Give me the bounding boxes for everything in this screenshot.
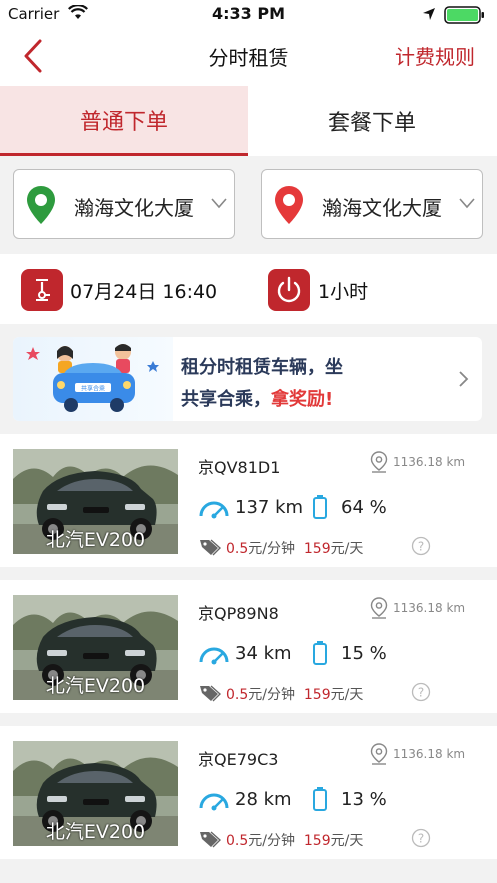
car-distance: 1136.18 km	[393, 601, 466, 615]
location-outline-icon	[370, 451, 388, 473]
help-icon[interactable]: ?	[411, 828, 431, 848]
price-per-minute: 0.5	[226, 687, 249, 703]
billing-rules-link[interactable]: 计费规则	[395, 41, 475, 70]
navigation-bar: 分时租赁 计费规则	[0, 28, 497, 86]
car-list-item[interactable]: 北汽EV200 京QP89N8 1136.18 km 34 km 15 % 0.…	[0, 580, 497, 713]
order-type-tabs: 普通下单 套餐下单	[0, 86, 497, 156]
pickup-time-value[interactable]: 07月24日 16:40	[70, 277, 217, 304]
price-minute-unit: 元/分钟	[248, 687, 295, 703]
car-range: 137 km	[235, 497, 304, 518]
car-plate: 京QE79C3	[198, 750, 279, 769]
banner-car-label: 共享合乘	[81, 385, 105, 393]
rental-duration-value[interactable]: 1小时	[318, 277, 368, 304]
chevron-right-icon	[459, 371, 469, 387]
power-icon[interactable]	[268, 269, 310, 311]
map-pin-icon	[275, 186, 303, 224]
svg-text:?: ?	[418, 685, 424, 699]
car-distance: 1136.18 km	[393, 455, 466, 469]
car-plate: 京QP89N8	[198, 604, 279, 623]
car-model-label: 北汽EV200	[45, 529, 146, 551]
chevron-down-icon	[459, 198, 475, 209]
battery-level-icon	[313, 641, 327, 665]
car-range: 34 km	[235, 643, 292, 664]
help-icon[interactable]: ?	[411, 536, 431, 556]
status-bar: Carrier 4:33 PM	[0, 0, 497, 28]
car-battery: 64 %	[341, 497, 387, 518]
car-model-label: 北汽EV200	[45, 821, 146, 843]
location-outline-icon	[370, 743, 388, 765]
price-tag-icon	[200, 539, 221, 556]
price-day-unit: 元/天	[330, 833, 364, 849]
chevron-down-icon	[211, 198, 227, 209]
price-per-day: 159	[303, 541, 331, 557]
car-list-item[interactable]: 北汽EV200 京QE79C3 1136.18 km 28 km 13 % 0.…	[0, 726, 497, 859]
promo-banner[interactable]: 共享合乘 租分时租赁车辆，坐 共享合乘，拿奖励!	[13, 337, 482, 421]
car-distance: 1136.18 km	[393, 747, 466, 761]
clock-icon[interactable]	[21, 269, 63, 311]
car-range: 28 km	[235, 789, 292, 810]
car-battery: 15 %	[341, 643, 387, 664]
car-plate: 京QV81D1	[198, 458, 281, 477]
price-per-day: 159	[303, 687, 331, 703]
tab-normal-order[interactable]: 普通下单	[0, 86, 248, 156]
car-price: 0.5元/分钟 159元/天	[226, 684, 363, 704]
schedule-row: 07月24日 16:40 1小时	[0, 254, 497, 324]
car-photo: 北汽EV200	[13, 741, 178, 846]
car-model-label: 北汽EV200	[45, 675, 146, 697]
map-pin-icon	[27, 186, 55, 224]
battery-level-icon	[313, 495, 327, 519]
banner-highlight: 拿奖励!	[271, 389, 334, 410]
pickup-location-label: 瀚海文化大厦	[74, 196, 194, 220]
return-location-label: 瀚海文化大厦	[322, 196, 442, 220]
price-minute-unit: 元/分钟	[248, 833, 295, 849]
gauge-icon	[199, 501, 229, 519]
price-minute-unit: 元/分钟	[248, 541, 295, 557]
banner-line-2-prefix: 共享合乘，	[181, 389, 271, 410]
location-selector-row: 瀚海文化大厦 瀚海文化大厦	[0, 156, 497, 254]
location-arrow-icon	[423, 8, 435, 20]
price-tag-icon	[200, 831, 221, 848]
car-battery: 13 %	[341, 789, 387, 810]
svg-text:?: ?	[418, 539, 424, 553]
price-per-minute: 0.5	[226, 541, 249, 557]
price-tag-icon	[200, 685, 221, 702]
tab-package-order[interactable]: 套餐下单	[248, 86, 496, 156]
price-per-minute: 0.5	[226, 833, 249, 849]
price-day-unit: 元/天	[330, 541, 364, 557]
gauge-icon	[199, 647, 229, 665]
car-photo: 北汽EV200	[13, 595, 178, 700]
banner-line-1: 租分时租赁车辆，坐	[181, 357, 343, 378]
banner-line-2: 共享合乘，拿奖励!	[181, 385, 333, 411]
battery-icon	[444, 6, 484, 24]
banner-illustration: 共享合乘	[13, 337, 173, 421]
location-outline-icon	[370, 597, 388, 619]
battery-level-icon	[313, 787, 327, 811]
gauge-icon	[199, 793, 229, 811]
svg-text:?: ?	[418, 831, 424, 845]
help-icon[interactable]: ?	[411, 682, 431, 702]
car-price: 0.5元/分钟 159元/天	[226, 830, 363, 850]
pickup-location-select[interactable]: 瀚海文化大厦	[13, 169, 235, 239]
car-list-item[interactable]: 北汽EV200 京QV81D1 1136.18 km 137 km 64 % 0…	[0, 434, 497, 567]
car-list: 北汽EV200 京QV81D1 1136.18 km 137 km 64 % 0…	[0, 434, 497, 872]
price-per-day: 159	[303, 833, 331, 849]
price-day-unit: 元/天	[330, 687, 364, 703]
promo-banner-section: 共享合乘 租分时租赁车辆，坐 共享合乘，拿奖励!	[0, 324, 497, 434]
car-photo: 北汽EV200	[13, 449, 178, 554]
car-price: 0.5元/分钟 159元/天	[226, 538, 363, 558]
return-location-select[interactable]: 瀚海文化大厦	[261, 169, 483, 239]
